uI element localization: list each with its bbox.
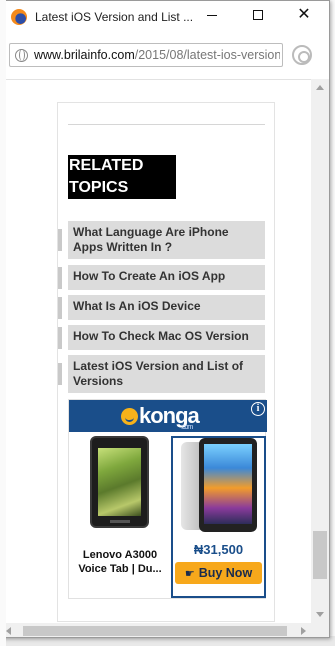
maximize-button[interactable] [235, 1, 281, 29]
topic-marker [58, 297, 62, 319]
buy-now-button[interactable]: ☛ Buy Now [175, 562, 262, 584]
related-topic-link[interactable]: How To Create An iOS App [68, 265, 265, 290]
vertical-scrollbar[interactable] [311, 79, 329, 623]
tablet-screen [204, 444, 252, 524]
scroll-thumb[interactable] [313, 531, 327, 579]
scrollbar-corner [311, 623, 329, 637]
product-price: ₦31,500 [193, 542, 244, 557]
konga-smile-icon [121, 408, 138, 425]
tablet-screen [98, 448, 141, 516]
scroll-up-icon[interactable] [316, 85, 324, 90]
address-bar[interactable]: www.brilainfo.com/2015/08/latest-ios-ver… [9, 43, 283, 67]
maximize-icon [253, 10, 263, 20]
related-topic-link[interactable]: What Is An iOS Device [68, 295, 265, 320]
konga-domain: .com [181, 424, 193, 431]
minimize-button[interactable] [189, 1, 235, 29]
scroll-down-icon[interactable] [316, 612, 324, 617]
url-text[interactable]: www.brilainfo.com/2015/08/latest-ios-ver… [34, 48, 280, 62]
konga-logo[interactable]: konga .com [121, 403, 200, 431]
konga-ad-banner[interactable]: konga .com i Lenovo A3000 Voice Tab | Du.… [68, 399, 267, 599]
ad-product-card-highlighted[interactable]: ₦31,500 ☛ Buy Now [171, 436, 266, 598]
pointer-hand-icon: ☛ [184, 568, 195, 580]
article-sidebar-box: RELATED TOPICS What Language Are iPhone … [57, 102, 275, 622]
url-host: www.brilainfo.com [34, 48, 135, 62]
tablet-front [199, 438, 257, 532]
related-topic-link[interactable]: Latest iOS Version and List of Versions [68, 355, 265, 393]
buy-now-label: Buy Now [198, 566, 253, 580]
browser-popup-window: Latest iOS Version and List ... ✕ www.br… [0, 0, 330, 638]
minimize-icon [207, 14, 217, 16]
title-bar[interactable]: Latest iOS Version and List ... ✕ [1, 1, 329, 33]
background-page-left [0, 0, 6, 646]
ad-product-card[interactable]: Lenovo A3000 Voice Tab | Du... [71, 436, 169, 598]
topic-marker [58, 229, 62, 251]
related-topics-heading: RELATED TOPICS [68, 155, 176, 199]
divider [68, 124, 265, 125]
related-heading-line: TOPICS [69, 179, 129, 196]
firefox-icon [11, 9, 27, 25]
tablet-image [181, 438, 261, 534]
related-topic-link[interactable]: What Language Are iPhone Apps Written In… [68, 221, 265, 259]
lenovo-tablet-image [90, 436, 149, 528]
product-name[interactable]: Lenovo A3000 Voice Tab | Du... [71, 548, 169, 576]
topic-marker [58, 363, 62, 385]
scroll-thumb-horizontal[interactable] [23, 626, 287, 636]
ad-info-icon[interactable]: i [251, 402, 265, 416]
globe-icon [15, 49, 28, 62]
close-icon: ✕ [297, 6, 311, 23]
scroll-left-icon[interactable] [6, 627, 11, 635]
tablet-logo [110, 520, 130, 523]
url-path: /2015/08/latest-ios-version [134, 48, 280, 62]
related-topic-link[interactable]: How To Check Mac OS Version [68, 325, 265, 350]
related-heading-line: RELATED [69, 157, 144, 174]
reader-view-icon[interactable] [292, 45, 312, 65]
page-viewport: RELATED TOPICS What Language Are iPhone … [1, 79, 311, 623]
horizontal-scrollbar[interactable] [1, 623, 311, 637]
scroll-right-icon[interactable] [301, 627, 306, 635]
topic-marker [58, 327, 62, 349]
close-button[interactable]: ✕ [281, 1, 327, 29]
ad-header: konga .com i [69, 400, 267, 432]
topic-marker [58, 267, 62, 289]
window-title: Latest iOS Version and List ... [35, 10, 194, 24]
